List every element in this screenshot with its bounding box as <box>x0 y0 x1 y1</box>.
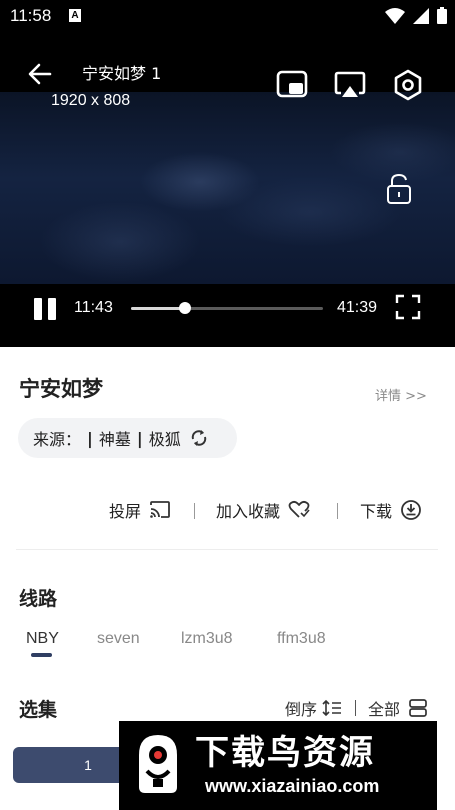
cast-button[interactable]: 投屏 <box>109 498 171 522</box>
download-label: 下载 <box>360 502 393 521</box>
pause-bar-left <box>34 298 42 320</box>
refresh-icon[interactable] <box>189 428 209 448</box>
route-tabs: NBY seven lzm3u8 ffm3u8 <box>0 630 455 660</box>
status-icons <box>385 7 447 24</box>
episode-controls: 倒序 全部 <box>285 696 428 720</box>
source-selector[interactable]: 来源： | 神墓 | 极狐 <box>18 418 237 458</box>
progress-slider[interactable] <box>131 302 323 314</box>
source-separator: | <box>87 428 93 448</box>
watermark-banner: 下载鸟资源 www.xiazainiao.com <box>119 721 437 810</box>
action-bar: 投屏 加入收藏 下载 <box>0 498 455 528</box>
episode-controls-separator <box>355 700 357 716</box>
status-time: 11:58 <box>10 6 52 25</box>
video-resolution: 1920 x 808 <box>51 92 131 109</box>
player-controls: 11:43 41:39 <box>0 282 455 334</box>
action-separator <box>337 503 338 519</box>
signal-icon <box>413 7 429 24</box>
notification-badge-icon: A <box>69 9 81 22</box>
grid-view-icon[interactable] <box>408 698 428 718</box>
pause-button[interactable] <box>34 298 58 320</box>
all-episodes-button[interactable]: 全部 <box>368 696 400 720</box>
favorite-button[interactable]: 加入收藏 <box>216 498 310 522</box>
watermark-title: 下载鸟资源 <box>195 733 375 773</box>
cast-label: 投屏 <box>109 502 142 521</box>
battery-icon <box>437 7 447 24</box>
source-item[interactable]: 神墓 <box>99 426 131 450</box>
source-item[interactable]: 极狐 <box>149 426 181 450</box>
route-tab[interactable]: seven <box>97 630 140 648</box>
settings-icon[interactable] <box>391 68 425 102</box>
heart-icon <box>288 500 310 518</box>
route-tab[interactable]: lzm3u8 <box>181 630 233 648</box>
route-tab[interactable]: ffm3u8 <box>277 630 326 648</box>
show-title: 宁安如梦 <box>19 377 103 401</box>
picture-in-picture-icon[interactable] <box>275 68 309 102</box>
total-time: 41:39 <box>337 299 378 316</box>
progress-thumb[interactable] <box>178 302 191 314</box>
action-separator <box>194 503 195 519</box>
wifi-icon <box>385 7 405 24</box>
download-button[interactable]: 下载 <box>360 498 422 522</box>
bird-logo-icon <box>139 735 177 793</box>
route-tab[interactable]: NBY <box>26 630 59 648</box>
cast-screen-icon[interactable] <box>333 68 367 102</box>
section-divider <box>16 549 438 550</box>
active-route-indicator <box>31 653 52 657</box>
sort-icon[interactable] <box>321 699 343 717</box>
unlock-icon[interactable] <box>384 172 414 206</box>
pause-bar-right <box>48 298 56 320</box>
routes-title: 线路 <box>19 588 58 610</box>
video-title: 宁安如梦 1 <box>82 64 162 83</box>
current-time: 11:43 <box>74 299 113 316</box>
progress-fill <box>131 307 185 310</box>
details-link[interactable]: 详情 >> <box>375 385 427 404</box>
video-player[interactable]: 宁安如梦 1 1920 x 808 11:43 41:39 <box>0 32 455 347</box>
watermark-url: www.xiazainiao.com <box>205 776 380 796</box>
fullscreen-icon[interactable] <box>395 294 421 320</box>
back-arrow-icon[interactable] <box>26 60 54 88</box>
cast-icon <box>150 501 170 518</box>
episodes-title: 选集 <box>19 699 58 721</box>
source-label: 来源： <box>33 430 82 449</box>
source-separator: | <box>136 428 143 448</box>
favorite-label: 加入收藏 <box>216 502 281 521</box>
download-icon <box>401 500 421 520</box>
sort-button[interactable]: 倒序 <box>285 696 317 720</box>
status-bar: 11:58 A <box>0 0 455 32</box>
